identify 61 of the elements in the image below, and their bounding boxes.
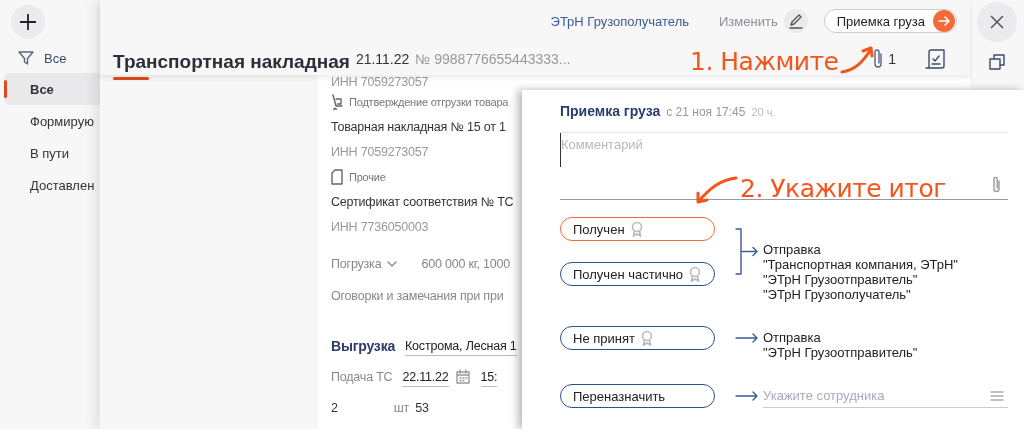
date-field[interactable]: 22.11.22 [402, 367, 449, 387]
panel-duration: 20 ч. [751, 106, 776, 118]
recipient-text: Отправка [763, 330, 822, 345]
paperclip-icon [992, 176, 1002, 194]
outcome-option[interactable]: Получен [560, 217, 715, 241]
panel-start-time: с 21 ноя 17:45 [666, 105, 746, 119]
sidebar-item[interactable]: В пути [4, 137, 100, 169]
loading-summary: 600 000 кг, 1000 [421, 256, 511, 271]
quantity-text: 2 [331, 401, 338, 415]
recipient-text: Отправка [763, 242, 822, 257]
outcome-option[interactable]: Получен частично [560, 262, 715, 286]
document-link[interactable]: Товарная накладная № 15 от 1 [331, 119, 506, 134]
outcome-option[interactable]: Переназначить [560, 384, 715, 408]
inn-text: ИНН 7059273057 [331, 144, 429, 159]
address-field[interactable]: Кострома, Лесная 1 [405, 336, 517, 356]
filter-icon [18, 50, 34, 66]
add-button[interactable] [11, 5, 45, 39]
category-label: Прочие [349, 170, 386, 183]
plus-icon [19, 13, 37, 31]
arrow-icon [735, 333, 759, 343]
outcome-option[interactable]: Не принят [560, 326, 715, 350]
category-label: Подтверждение отгрузки товара [349, 95, 509, 108]
document-number: № 9988776655443333... [415, 51, 571, 67]
supply-label: Подача ТС [331, 370, 393, 384]
cargo-acceptance-button[interactable]: Приемка груза [823, 9, 957, 33]
recipient-text: "ЭТрН Грузоотправитель" [763, 345, 918, 360]
paperclip-icon [872, 48, 885, 70]
dolly-icon [331, 93, 343, 110]
panel-title: Приемка груза [560, 103, 661, 119]
annotation-text: 2. Укажите итог [740, 173, 946, 203]
signed-scroll-icon [924, 48, 946, 70]
document-date: 21.11.22 [355, 51, 410, 67]
copy-icon [989, 54, 1005, 70]
remarks-link[interactable]: Оговорки и замечания при при [331, 288, 504, 303]
bracket-arrow-icon [735, 228, 759, 275]
quantity-value: 53 [415, 401, 429, 415]
calendar-icon [454, 369, 471, 385]
inn-text: ИНН 7736050003 [331, 219, 429, 234]
recipient-text: "ЭТрН Грузополучатель" [763, 287, 912, 302]
page-icon [331, 168, 343, 185]
chevron-down-icon [387, 259, 398, 268]
recipient-text: "Транспортная компания, ЭТрН" [763, 257, 958, 272]
sidebar-item[interactable]: Формирую [4, 105, 100, 137]
time-field[interactable]: 15: [480, 367, 498, 387]
pencil-icon[interactable] [783, 9, 808, 33]
filter-label[interactable]: Все [44, 50, 67, 66]
sidebar-item[interactable]: Все [4, 73, 100, 105]
annotation-text: 1. Нажмите [690, 46, 839, 76]
attachment-count[interactable]: 1 [888, 51, 896, 67]
list-icon [990, 390, 1004, 402]
close-icon [989, 14, 1005, 30]
recipient-text: "ЭТрН Грузоотправитель" [763, 272, 919, 287]
unit-text: шт [393, 401, 410, 415]
arrow-icon [735, 391, 759, 401]
sidebar-item[interactable]: Доставлен [4, 169, 100, 201]
recipient-link[interactable]: ЭТрН Грузополучатель [550, 13, 689, 29]
document-link[interactable]: Сертификат соответствия № ТС [331, 194, 514, 209]
close-button[interactable] [977, 2, 1017, 42]
arrow-right-icon [933, 10, 955, 32]
loading-toggle[interactable]: Погрузка [331, 256, 382, 271]
unloading-label: Выгрузка [331, 338, 396, 354]
